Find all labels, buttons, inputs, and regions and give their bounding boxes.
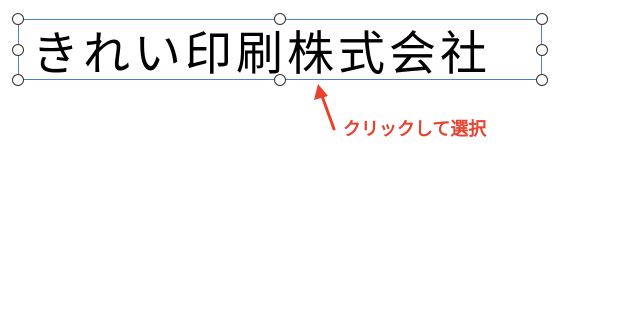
annotation-label: クリックして選択	[343, 119, 487, 140]
annotation-arrow-icon	[314, 84, 336, 131]
